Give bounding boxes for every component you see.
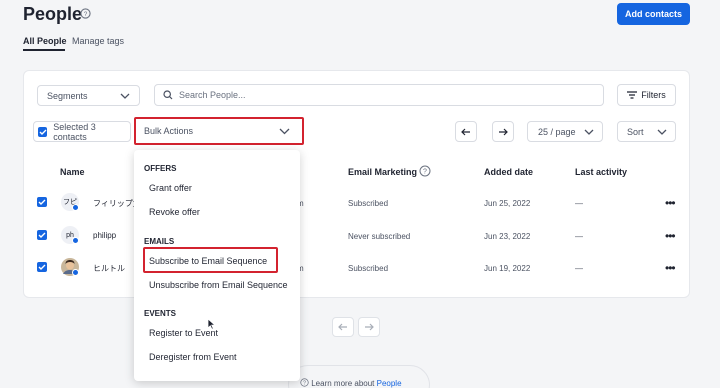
help-icon: ? <box>300 378 309 387</box>
add-contacts-button[interactable]: Add contacts <box>617 3 690 25</box>
menu-item-subscribe-email-sequence[interactable]: Subscribe to Email Sequence <box>149 256 267 266</box>
added-date: Jun 23, 2022 <box>484 232 531 241</box>
help-icon[interactable]: ? <box>80 8 91 19</box>
filters-label: Filters <box>641 90 666 100</box>
arrow-right-icon <box>499 128 508 135</box>
email-marketing-status: Subscribed <box>348 264 389 273</box>
filters-button[interactable]: Filters <box>617 84 676 106</box>
menu-section-events: EVENTS <box>144 309 177 318</box>
svg-text:?: ? <box>84 11 88 18</box>
per-page-select[interactable]: 25 / page <box>527 121 603 142</box>
row-checkbox[interactable] <box>37 230 47 240</box>
svg-text:?: ? <box>423 169 427 176</box>
selected-contacts-toggle[interactable]: Selected 3 contacts <box>33 121 131 142</box>
chevron-down-icon <box>584 129 594 135</box>
email-marketing-status: Never subscribed <box>348 232 411 241</box>
row-checkbox[interactable] <box>37 262 47 272</box>
menu-item-revoke-offer[interactable]: Revoke offer <box>149 207 200 217</box>
menu-section-emails: EMAILS <box>144 237 175 246</box>
added-date: Jun 19, 2022 <box>484 264 531 273</box>
menu-item-grant-offer[interactable]: Grant offer <box>149 183 192 193</box>
previous-page-button[interactable] <box>455 121 477 142</box>
chevron-down-icon <box>657 129 667 135</box>
page-title: People <box>23 4 83 24</box>
chevron-down-icon <box>279 128 290 134</box>
sort-select[interactable]: Sort <box>617 121 676 142</box>
sort-label: Sort <box>627 126 644 137</box>
last-activity: — <box>575 199 583 208</box>
tab-manage-tags[interactable]: Manage tags <box>72 36 124 46</box>
column-header-last-activity[interactable]: Last activity <box>575 167 627 177</box>
last-activity: — <box>575 264 583 273</box>
mouse-cursor-icon <box>207 318 216 330</box>
help-icon[interactable]: ? <box>419 165 431 177</box>
pagination-prev-button[interactable] <box>332 317 354 337</box>
email-marketing-status: Subscribed <box>348 199 389 208</box>
search-icon <box>163 90 173 100</box>
checkbox-checked-icon[interactable] <box>38 126 48 137</box>
added-date: Jun 25, 2022 <box>484 199 531 208</box>
verified-icon <box>72 237 79 244</box>
per-page-label: 25 / page <box>538 126 576 137</box>
last-activity: — <box>575 232 583 241</box>
verified-icon <box>72 204 79 211</box>
learn-more-prefix: Learn more about <box>311 379 375 388</box>
tab-all-people[interactable]: All People <box>23 36 67 46</box>
pagination-next-button[interactable] <box>358 317 380 337</box>
contact-name[interactable]: philipp <box>93 231 116 240</box>
selected-count-label: Selected 3 contacts <box>53 121 96 142</box>
menu-item-deregister-event[interactable]: Deregister from Event <box>149 352 237 362</box>
bulk-actions-select[interactable]: Bulk Actions <box>134 117 304 145</box>
filter-icon <box>627 91 638 99</box>
bulk-actions-label: Bulk Actions <box>144 126 194 136</box>
active-tab-indicator <box>23 49 65 51</box>
search-input[interactable] <box>179 90 579 100</box>
contact-name[interactable]: ヒルトル <box>93 263 125 274</box>
learn-more-link[interactable]: People <box>377 379 402 388</box>
search-field[interactable] <box>154 84 604 106</box>
row-checkbox[interactable] <box>37 197 47 207</box>
more-options-icon[interactable]: ••• <box>665 230 677 242</box>
next-page-button[interactable] <box>492 121 514 142</box>
arrow-right-icon <box>365 323 374 331</box>
column-header-email-marketing[interactable]: Email Marketing <box>348 167 417 177</box>
more-options-icon[interactable]: ••• <box>665 197 677 209</box>
svg-text:?: ? <box>303 380 306 386</box>
menu-section-offers: OFFERS <box>144 164 177 173</box>
segments-select[interactable]: Segments <box>37 85 140 106</box>
verified-icon <box>72 269 79 276</box>
learn-more-text: ? Learn more about People <box>300 378 402 388</box>
segments-label: Segments <box>47 90 88 101</box>
menu-item-unsubscribe-email-sequence[interactable]: Unsubscribe from Email Sequence <box>149 280 288 290</box>
chevron-down-icon <box>120 93 130 99</box>
arrow-left-icon <box>338 323 347 331</box>
column-header-name[interactable]: Name <box>60 167 85 177</box>
column-header-added-date[interactable]: Added date <box>484 167 533 177</box>
more-options-icon[interactable]: ••• <box>665 262 677 274</box>
arrow-left-icon <box>461 128 470 135</box>
